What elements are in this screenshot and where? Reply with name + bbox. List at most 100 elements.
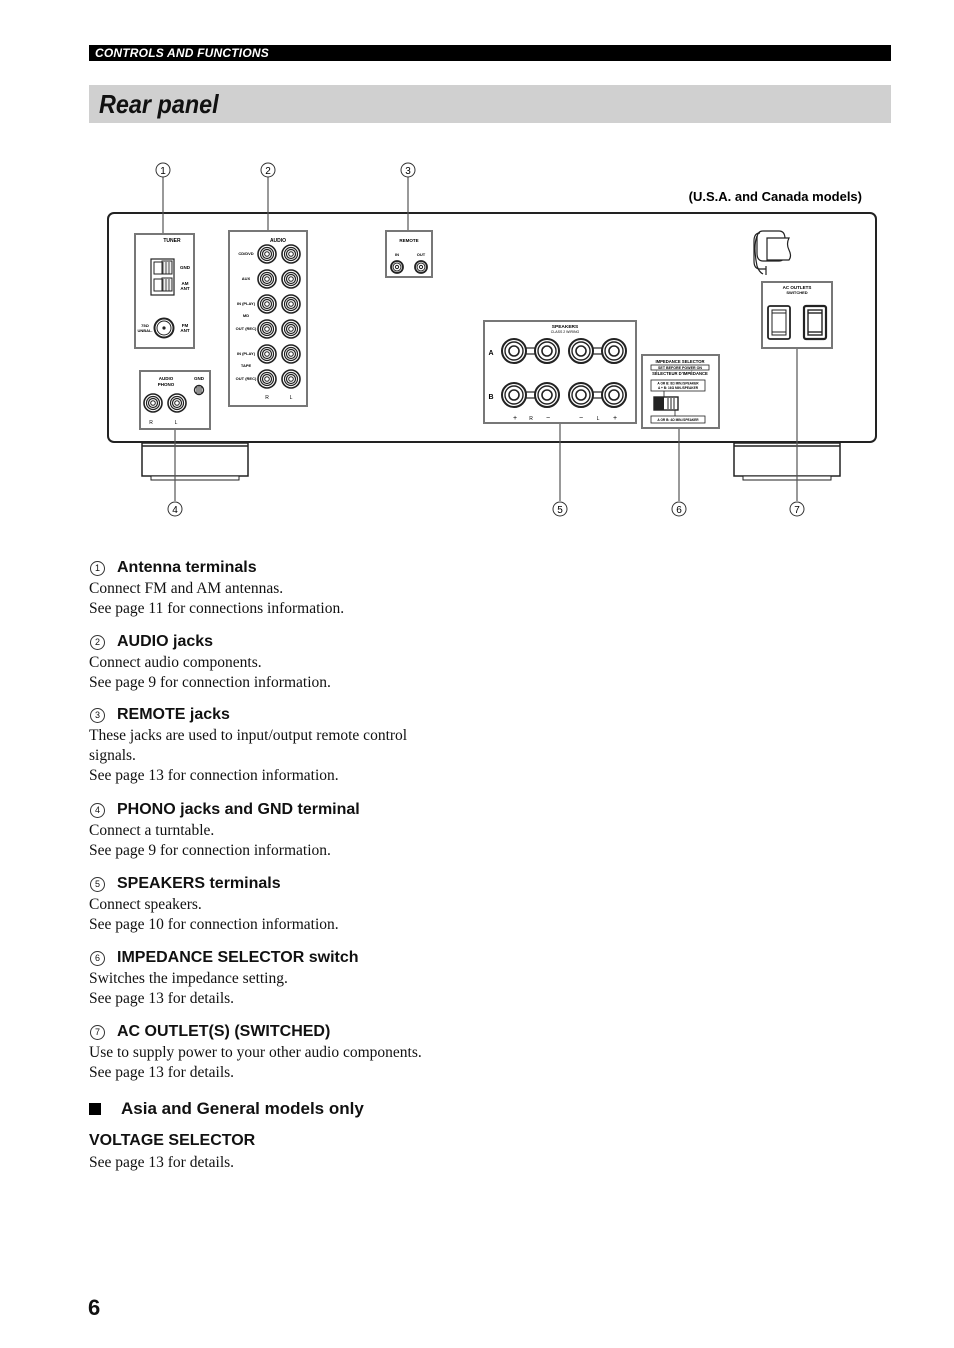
phono-label: PHONO bbox=[158, 382, 175, 387]
item-number: 5 bbox=[90, 876, 105, 892]
callout-6: 6 bbox=[671, 501, 687, 517]
md-label: MD bbox=[243, 313, 249, 318]
item-text: Use to supply power to your other audio … bbox=[89, 1044, 422, 1061]
remote-out-jack[interactable] bbox=[414, 260, 428, 274]
audio-right-jack[interactable] bbox=[257, 319, 277, 339]
speaker-terminal[interactable] bbox=[501, 382, 527, 408]
audio-left-jack[interactable] bbox=[281, 269, 301, 289]
am-gnd-terminal[interactable] bbox=[150, 258, 175, 296]
polarity-label: − bbox=[546, 415, 550, 422]
left-foot bbox=[141, 442, 249, 481]
callout-1: 1 bbox=[155, 162, 171, 178]
impedance-upper-1: A OR B: 8Ω MIN./SPEAKER bbox=[657, 382, 699, 386]
item-text: See page 13 for details. bbox=[89, 1064, 235, 1081]
polarity-label: L bbox=[597, 416, 600, 422]
ac-outlet-1[interactable] bbox=[767, 305, 791, 340]
svg-text:5: 5 bbox=[557, 505, 563, 516]
svg-text:3: 3 bbox=[405, 166, 411, 177]
ac-outlets-block: AC OUTLETS SWITCHED bbox=[761, 281, 833, 349]
impedance-warning: SET BEFORE POWER ON bbox=[658, 366, 702, 370]
item-antenna-terminals: 1 Antenna terminals Connect FM and AM ant… bbox=[89, 558, 509, 619]
phono-audio-label: AUDIO bbox=[159, 376, 174, 381]
audio-row-label: IN (PLAY) bbox=[237, 351, 256, 356]
audio-block: AUDIO CD/DVD AUX IN (PLAY) MD OUT (REC) … bbox=[228, 230, 308, 407]
audio-row-label: IN (PLAY) bbox=[237, 301, 256, 306]
phono-block: AUDIO PHONO GND R L bbox=[139, 370, 211, 430]
speaker-terminal[interactable] bbox=[568, 338, 594, 364]
audio-right-jack[interactable] bbox=[257, 344, 277, 364]
speaker-terminal[interactable] bbox=[601, 382, 627, 408]
speaker-terminal[interactable] bbox=[534, 338, 560, 364]
impedance-lower: A OR B: 4Ω MIN./SPEAKER bbox=[657, 418, 699, 422]
impedance-upper-2: A + B: 16Ω MIN./SPEAKER bbox=[658, 386, 699, 390]
callout-7: 7 bbox=[789, 501, 805, 517]
am-ant-label-2: ANT bbox=[180, 286, 189, 291]
speaker-terminal[interactable] bbox=[534, 382, 560, 408]
item-text: See page 13 for details. bbox=[89, 990, 235, 1007]
audio-right-jack[interactable] bbox=[257, 269, 277, 289]
ac-outlet-2[interactable] bbox=[802, 304, 828, 341]
speaker-terminal[interactable] bbox=[501, 338, 527, 364]
item-number: 2 bbox=[90, 634, 105, 650]
polarity-label: + bbox=[513, 415, 517, 422]
remote-block: REMOTE IN OUT bbox=[385, 230, 433, 278]
audio-right-jack[interactable] bbox=[257, 294, 277, 314]
tape-label: TAPE bbox=[241, 363, 252, 368]
audio-left-jack[interactable] bbox=[281, 369, 301, 389]
callout-5: 5 bbox=[552, 501, 568, 517]
phono-left-jack[interactable] bbox=[167, 393, 187, 413]
phono-gnd-terminal[interactable] bbox=[193, 384, 205, 396]
audio-right-jack[interactable] bbox=[257, 369, 277, 389]
item-text: See page 10 for connection information. bbox=[89, 916, 339, 933]
phono-left-label: L bbox=[175, 420, 178, 426]
item-speakers-terminals: 5 SPEAKERS terminals Connect speakers. See… bbox=[89, 874, 509, 935]
fm-ant-label-2: ANT bbox=[180, 328, 189, 333]
audio-left-jack[interactable] bbox=[281, 344, 301, 364]
impedance-title-fr: SÉLECTEUR D'IMPÉDANCE bbox=[652, 371, 708, 376]
callout-3: 3 bbox=[400, 162, 416, 178]
phono-right-jack[interactable] bbox=[143, 393, 163, 413]
speaker-terminal[interactable] bbox=[568, 382, 594, 408]
item-text: These jacks are used to input/output rem… bbox=[89, 727, 408, 744]
phono-right-label: R bbox=[149, 420, 153, 426]
item-title: AUDIO jacks bbox=[117, 633, 214, 650]
item-title: REMOTE jacks bbox=[117, 706, 230, 723]
audio-left-jack[interactable] bbox=[281, 244, 301, 264]
polarity-label: R bbox=[529, 416, 533, 422]
impedance-block: IMPEDANCE SELECTOR SET BEFORE POWER ON S… bbox=[641, 354, 720, 429]
phono-gnd-label: GND bbox=[194, 376, 205, 381]
item-ac-outlets: 7 AC OUTLET(S) (SWITCHED) Use to supply p… bbox=[89, 1022, 509, 1083]
remote-in-label: IN bbox=[395, 252, 399, 257]
item-phono-jacks: 4 PHONO jacks and GND terminal Connect a … bbox=[89, 800, 509, 861]
speaker-terminal[interactable] bbox=[601, 338, 627, 364]
square-bullet-icon bbox=[89, 1103, 101, 1115]
audio-left-jack[interactable] bbox=[281, 294, 301, 314]
item-text: Switches the impedance setting. bbox=[89, 970, 288, 987]
speaker-row-b-label: B bbox=[488, 394, 493, 401]
item-number: 1 bbox=[90, 560, 105, 576]
item-title: IMPEDANCE SELECTOR switch bbox=[117, 949, 359, 966]
item-number: 4 bbox=[90, 802, 105, 818]
remote-in-jack[interactable] bbox=[390, 260, 404, 274]
item-text: Connect speakers. bbox=[89, 896, 202, 913]
fm-antenna-jack[interactable] bbox=[153, 317, 175, 339]
item-text: See page 11 for connections information. bbox=[89, 600, 345, 617]
audio-left-jack[interactable] bbox=[281, 319, 301, 339]
tuner-block: TUNER GND AM ANT 75Ω UNBAL. FM ANT bbox=[134, 233, 195, 349]
voltage-selector-heading: VOLTAGE SELECTOR bbox=[89, 1132, 256, 1149]
impedance-selector-switch[interactable] bbox=[653, 396, 679, 411]
audio-row-label: CD/DVD bbox=[238, 251, 253, 256]
item-number: 6 bbox=[90, 950, 105, 966]
audio-right-jack[interactable] bbox=[257, 244, 277, 264]
page-number: 6 bbox=[88, 1295, 101, 1320]
rear-panel-diagram: (U.S.A. and Canada models) 1 2 3 4 5 6 7… bbox=[107, 162, 877, 517]
audio-row-label: OUT (REC) bbox=[236, 326, 257, 331]
callout-2: 2 bbox=[260, 162, 276, 178]
item-title: AC OUTLET(S) (SWITCHED) bbox=[117, 1023, 331, 1040]
item-text: See page 13 for connection information. bbox=[89, 767, 339, 784]
unbal-label-2: UNBAL. bbox=[137, 328, 152, 333]
item-text: Connect audio components. bbox=[89, 654, 262, 671]
svg-text:7: 7 bbox=[794, 505, 800, 516]
audio-left-label: L bbox=[290, 395, 293, 401]
speakers-block: SPEAKERS CLASS 2 WIRING A B + R − − L + bbox=[483, 320, 637, 424]
